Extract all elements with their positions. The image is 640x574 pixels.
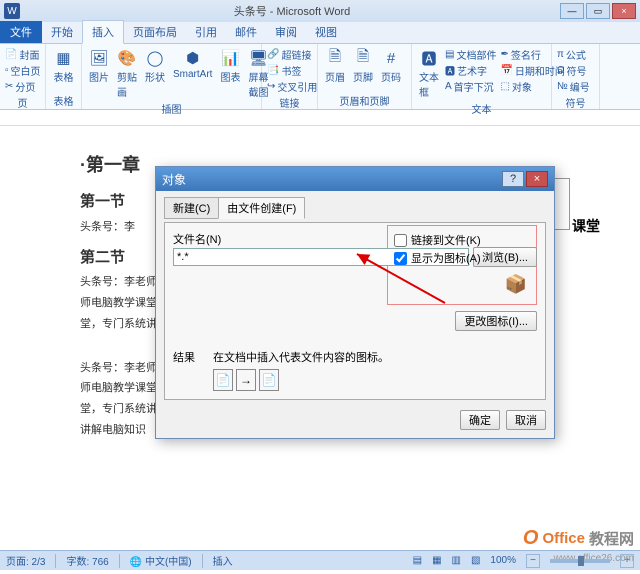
view-print-layout[interactable]: ▤ [413,555,422,566]
dialog-tab-new[interactable]: 新建(C) [164,197,218,219]
group-label-text: 文本 [417,100,546,117]
tab-mailings[interactable]: 邮件 [226,21,266,43]
pagenum-icon: # [381,48,401,68]
dialog-help-button[interactable]: ? [502,171,524,187]
picture-button[interactable]: 🖼图片 [87,47,111,85]
browse-button[interactable]: 浏览(B)... [473,247,537,267]
shapes-button[interactable]: ◯形状 [143,47,167,85]
chart-button[interactable]: 📊图表 [218,47,242,85]
table-button[interactable]: ▦表格 [51,47,76,85]
header-button[interactable]: 🗎页眉 [323,47,347,85]
symbol-button[interactable]: Ω符号 [557,63,594,78]
textbox-button[interactable]: 🅰文本框 [417,47,441,100]
wordart-button[interactable]: 🅰艺术字 [445,63,496,78]
link-to-file-checkbox[interactable]: 链接到文件(K) [394,232,530,248]
result-description: 在文档中插入代表文件内容的图标。 [213,352,389,364]
dialog-tab-from-file[interactable]: 由文件创建(F) [218,197,305,219]
quickparts-button[interactable]: ▤文档部件 [445,47,496,62]
page-break-button[interactable]: ✂分页 [5,79,40,94]
group-label-pages: 页 [5,94,40,111]
minimize-button[interactable]: — [560,3,584,19]
result-icon-arrow: → [236,369,256,391]
view-outline[interactable]: ▧ [471,555,480,566]
hyperlink-button[interactable]: 🔗超链接 [267,47,312,62]
view-reading[interactable]: ▦ [432,555,441,566]
smartart-icon: ⬢ [183,48,203,68]
word-app-icon: W [4,3,20,19]
window-title: 头条号 - Microsoft Word [26,3,558,19]
pagenum-button[interactable]: #页码 [379,47,403,85]
zoom-out-button[interactable]: − [526,554,540,568]
header-icon: 🗎 [325,48,345,68]
watermark-logo: O [523,527,539,550]
result-label: 结果 [173,349,205,391]
tab-view[interactable]: 视图 [306,21,346,43]
clipart-button[interactable]: 🎨剪贴画 [115,47,139,100]
textbox-icon: 🅰 [419,48,439,68]
footer-button[interactable]: 🗎页脚 [351,47,375,85]
chart-icon: 📊 [220,48,240,68]
bookmark-button[interactable]: 📑书签 [267,63,312,78]
maximize-button[interactable]: ▭ [586,3,610,19]
file-tab[interactable]: 文件 [0,21,42,43]
tab-review[interactable]: 审阅 [266,21,306,43]
dialog-close-button[interactable]: × [526,171,548,187]
watermark: O Office教程网 www.office26.com [523,527,634,550]
smartart-button[interactable]: ⬢SmartArt [171,47,214,81]
result-icon-2: 📄 [259,369,279,391]
clipart-icon: 🎨 [117,48,137,68]
dropcap-button[interactable]: A首字下沉 [445,79,496,94]
status-lang[interactable]: 🌐 中文(中国) [130,553,192,568]
blank-page-button[interactable]: ▫空白页 [5,63,40,78]
dialog-title: 对象 [162,171,186,188]
close-button[interactable]: × [612,3,636,19]
cover-page-button[interactable]: 📄封面 [5,47,40,62]
cancel-button[interactable]: 取消 [506,410,546,430]
tab-home[interactable]: 开始 [42,21,82,43]
footer-icon: 🗎 [353,48,373,68]
tab-layout[interactable]: 页面布局 [124,21,186,43]
group-label-links: 链接 [267,94,312,111]
side-text: 课堂 [572,216,600,236]
number-button[interactable]: №编号 [557,79,594,94]
shapes-icon: ◯ [145,48,165,68]
status-words[interactable]: 字数: 766 [66,553,108,568]
crossref-button[interactable]: ↪交叉引用 [267,79,312,94]
table-icon: ▦ [54,48,74,68]
tab-insert[interactable]: 插入 [82,20,124,44]
group-label-header: 页眉和页脚 [323,92,406,109]
change-icon-button[interactable]: 更改图标(I)... [455,311,537,331]
result-icon-1: 📄 [213,369,233,391]
group-label-table: 表格 [51,92,76,109]
status-mode[interactable]: 插入 [213,553,233,568]
group-label-illus: 插图 [87,100,256,117]
picture-icon: 🖼 [89,48,109,68]
status-zoom[interactable]: 100% [490,555,516,566]
ok-button[interactable]: 确定 [460,410,500,430]
package-icon: 📦 [502,270,530,298]
status-page[interactable]: 页面: 2/3 [6,553,45,568]
view-web[interactable]: ▥ [452,555,461,566]
object-dialog: 对象 ? × 新建(C) 由文件创建(F) 文件名(N) 浏览(B)... 链接… [155,166,555,439]
equation-button[interactable]: π公式 [557,47,594,62]
tab-references[interactable]: 引用 [186,21,226,43]
zoom-slider[interactable] [550,559,610,563]
group-label-symbol: 符号 [557,94,594,111]
